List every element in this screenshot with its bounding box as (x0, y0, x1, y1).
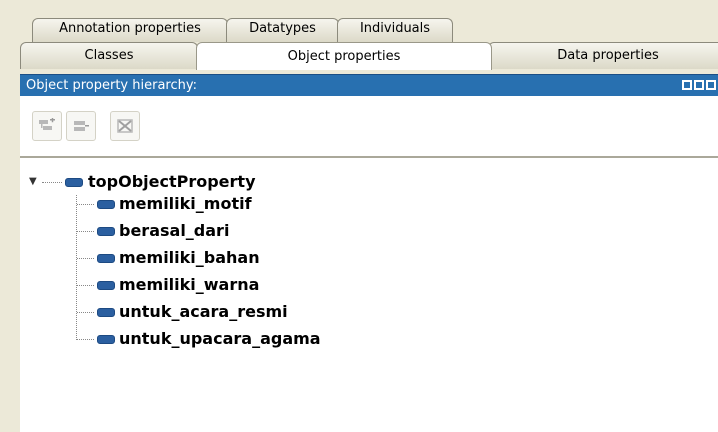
object-property-tree: ▼ topObjectProperty memiliki_motif beras… (20, 158, 718, 432)
collapse-arrow-icon[interactable]: ▼ (29, 177, 37, 187)
tab-annotation-properties[interactable]: Annotation properties (32, 18, 228, 42)
add-subproperty-icon (39, 118, 55, 130)
panel-title: Object property hierarchy: (26, 78, 197, 93)
tree-connector (77, 258, 94, 259)
tree-node[interactable]: memiliki_warna (119, 275, 259, 295)
delete-property-icon (117, 119, 133, 133)
split-view-icon[interactable] (694, 80, 704, 90)
tab-data-properties[interactable]: Data properties (488, 42, 718, 69)
pin-view-icon[interactable] (682, 80, 692, 90)
maximize-view-icon[interactable] (706, 80, 716, 90)
tree-node[interactable]: memiliki_motif (119, 194, 252, 214)
left-panel-edge (0, 0, 21, 432)
object-property-icon (97, 200, 115, 209)
tree-connector (77, 312, 94, 313)
add-sibling-property-button[interactable] (66, 111, 96, 141)
tab-strip: Annotation properties Datatypes Individu… (20, 0, 718, 74)
object-property-icon (97, 281, 115, 290)
tree-connector (77, 285, 94, 286)
object-property-icon (97, 227, 115, 236)
object-property-icon (97, 335, 115, 344)
tab-individuals[interactable]: Individuals (337, 18, 453, 42)
object-property-icon (65, 178, 83, 187)
delete-property-button[interactable] (110, 111, 140, 141)
tree-connector (77, 339, 94, 340)
tree-connector (77, 204, 94, 205)
tree-connector (76, 195, 77, 340)
hierarchy-toolbar (20, 96, 718, 156)
tree-node[interactable]: memiliki_bahan (119, 248, 260, 268)
tree-connector (42, 182, 62, 183)
object-property-icon (97, 254, 115, 263)
object-property-icon (97, 308, 115, 317)
tree-node-root[interactable]: topObjectProperty (88, 172, 256, 192)
tree-node[interactable]: untuk_upacara_agama (119, 329, 321, 349)
add-subproperty-button[interactable] (32, 111, 62, 141)
tree-node[interactable]: untuk_acara_resmi (119, 302, 288, 322)
tab-datatypes[interactable]: Datatypes (226, 18, 339, 42)
add-sibling-property-icon (74, 121, 89, 131)
tab-classes[interactable]: Classes (20, 42, 198, 69)
view-controls (682, 80, 716, 90)
tree-connector (77, 231, 94, 232)
panel-title-bar: Object property hierarchy: (20, 74, 718, 96)
tab-object-properties[interactable]: Object properties (196, 42, 492, 70)
tree-node[interactable]: berasal_dari (119, 221, 229, 241)
